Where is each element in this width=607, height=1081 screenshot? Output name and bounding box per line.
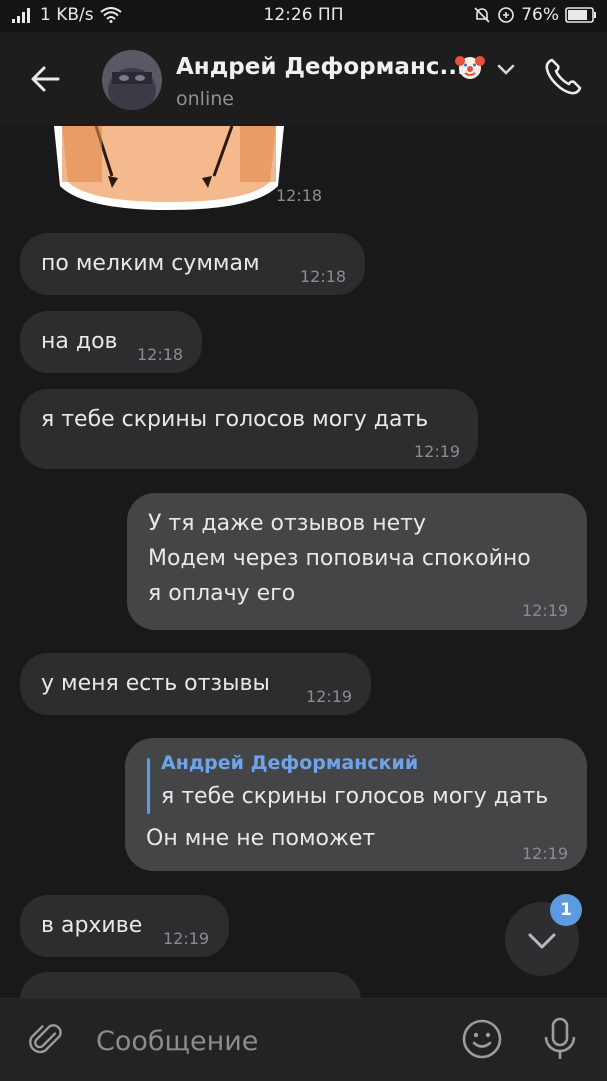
message-text-line: Модем через поповича спокойно: [148, 546, 531, 571]
message-text: у меня есть отзывы: [41, 671, 270, 696]
emoji-smile-icon[interactable]: [460, 1017, 504, 1061]
incoming-message[interactable]: у меня есть отзывы 12:19: [20, 653, 371, 715]
paperclip-icon[interactable]: [26, 1019, 68, 1061]
message-time: 12:19: [414, 442, 461, 461]
avatar-image-icon: [102, 50, 162, 110]
reply-quote-bar: [147, 758, 150, 814]
data-saver-icon: [498, 7, 515, 23]
mute-bell-icon: [474, 7, 490, 23]
incoming-message[interactable]: по мелким суммам 12:18: [20, 233, 365, 295]
incoming-message[interactable]: в архиве 12:19: [20, 895, 229, 957]
status-right: 76%: [473, 5, 597, 25]
message-text: по мелким суммам: [41, 251, 260, 276]
message-text: на дов: [41, 329, 118, 354]
message-time: 12:18: [300, 267, 347, 286]
battery-percent: 76%: [521, 5, 559, 25]
message-time: 12:19: [306, 687, 353, 706]
sticker-message[interactable]: 12:18: [0, 126, 607, 214]
message-time: 12:18: [276, 186, 323, 205]
message-time: 12:18: [137, 345, 184, 364]
avatar[interactable]: [102, 50, 162, 110]
chat-title[interactable]: Андрей Деформанс...: [176, 54, 466, 80]
message-text: Он мне не поможет: [146, 826, 376, 851]
message-time: 12:19: [522, 844, 569, 863]
phone-icon[interactable]: [540, 54, 586, 100]
message-feed[interactable]: 12:18 по мелким суммам 12:18 на дов 12:1…: [0, 126, 607, 998]
unread-count-badge: 1: [550, 894, 582, 926]
incoming-message-partial[interactable]: [20, 972, 361, 998]
chevron-down-icon[interactable]: [494, 62, 518, 78]
reply-quote-text[interactable]: я тебе скрины голосов могу дать: [161, 784, 548, 809]
back-arrow-icon[interactable]: [24, 56, 70, 102]
incoming-message[interactable]: я тебе скрины голосов могу дать 12:19: [20, 389, 478, 469]
message-text-line: У тя даже отзывов нету: [148, 511, 426, 536]
battery-icon: [565, 7, 596, 23]
incoming-message[interactable]: на дов 12:18: [20, 311, 202, 373]
online-status: online: [176, 88, 234, 110]
status-bar: 1 KB/s 12:26 ПП 76%: [0, 0, 607, 32]
message-text: в архиве: [41, 913, 143, 938]
message-input[interactable]: [96, 1019, 426, 1063]
message-time: 12:19: [522, 601, 569, 620]
reply-author[interactable]: Андрей Деформанский: [161, 752, 418, 774]
message-time: 12:19: [163, 929, 210, 948]
message-text: я тебе скрины голосов могу дать: [41, 407, 429, 432]
sticker-image: [54, 126, 284, 210]
clown-face-icon: [455, 56, 485, 79]
composer-bar: [0, 998, 607, 1081]
microphone-icon[interactable]: [540, 1015, 580, 1063]
message-text-line: я оплачу его: [148, 581, 296, 606]
outgoing-message[interactable]: У тя даже отзывов нету Модем через попов…: [127, 493, 587, 630]
chat-header: Андрей Деформанс... online: [0, 32, 607, 126]
outgoing-reply-message[interactable]: Андрей Деформанский я тебе скрины голосо…: [125, 738, 587, 871]
